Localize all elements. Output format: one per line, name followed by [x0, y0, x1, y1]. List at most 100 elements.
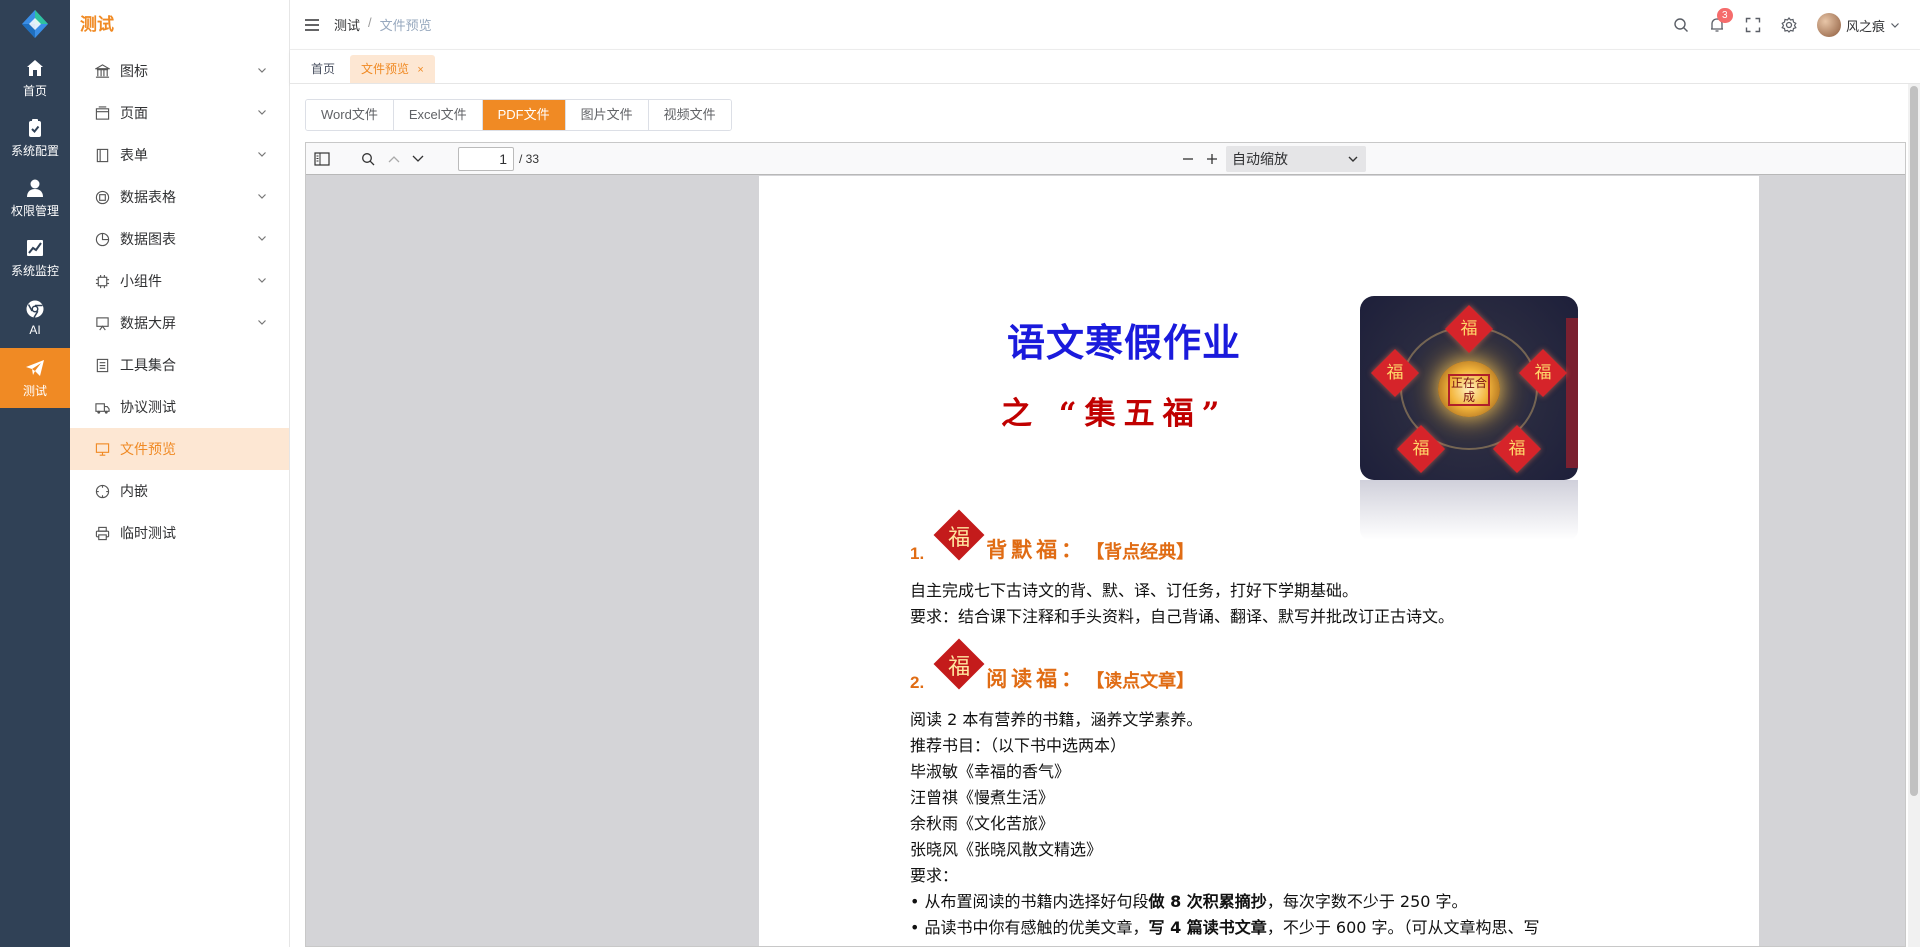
image-reflection	[1360, 480, 1578, 540]
chevron-down-icon	[412, 155, 424, 162]
body-line: 要求：结合课下注释和手头资料，自己背诵、翻译、默写并批改订正古诗文。	[910, 607, 1455, 626]
fu-glyph: 福	[1508, 439, 1526, 459]
chevron-down-icon	[258, 110, 266, 115]
rail-item-monitoring[interactable]: 系统监控	[0, 228, 70, 288]
tag-home[interactable]: 首页	[300, 55, 346, 83]
bullet-emphasis: 做 8 次积累摘抄	[1148, 892, 1267, 911]
easel-icon	[94, 315, 110, 331]
pdf-canvas-area[interactable]: 语文寒假作业 之 “集五福” 正在合成 福 福 福 福 福 1. 福 背默福： …	[306, 176, 1905, 946]
previous-page-button[interactable]	[384, 149, 404, 169]
zoom-select[interactable]: 自动缩放	[1226, 146, 1366, 172]
bullet-text: • 品读书中你有感触的优美文章，	[910, 918, 1149, 937]
close-icon[interactable]: ×	[417, 64, 423, 76]
sidebar-item-label: 数据图表	[120, 231, 176, 247]
tab-word[interactable]: Word文件	[306, 100, 394, 130]
tag-label: 首页	[311, 62, 336, 76]
fu-diamond: 福	[1370, 348, 1420, 398]
sidebar-item-protocol-test[interactable]: 协议测试	[70, 386, 289, 428]
sidebar-item-forms[interactable]: 表单	[70, 134, 289, 176]
sidebar-item-tools[interactable]: 工具集合	[70, 344, 289, 386]
page-number-input[interactable]: 1	[458, 147, 514, 171]
find-button[interactable]	[358, 149, 378, 169]
sidebar-item-label: 临时测试	[120, 525, 176, 541]
line-chart-icon	[27, 239, 43, 256]
sidebar-item-label: 工具集合	[120, 357, 176, 373]
vertical-scrollbar[interactable]	[1908, 84, 1920, 947]
fu-glyph: 福	[1534, 363, 1552, 383]
body-line: 推荐书目：（以下书中选两本）	[910, 736, 1127, 755]
logo-icon	[22, 10, 48, 38]
section-number: 2.	[910, 673, 925, 692]
tag-file-preview[interactable]: 文件预览 ×	[350, 55, 435, 83]
scrollbar-thumb[interactable]	[1910, 86, 1918, 796]
sidebar-item-data-table[interactable]: 数据表格	[70, 176, 289, 218]
fu-glyph: 福	[1412, 439, 1430, 459]
fu-diamond: 福	[1444, 304, 1494, 354]
tab-pdf[interactable]: PDF文件	[482, 100, 566, 130]
section-tag: 【背点经典】	[1086, 542, 1195, 563]
fullscreen-icon[interactable]	[1745, 17, 1761, 33]
chrome-icon	[26, 300, 44, 318]
zoom-out-button[interactable]	[1178, 149, 1198, 169]
avatar	[1816, 13, 1841, 37]
rail-item-ai[interactable]: AI	[0, 288, 70, 348]
page-total: / 33	[519, 152, 540, 166]
sidebar-item-data-screen[interactable]: 数据大屏	[70, 302, 289, 344]
tab-excel[interactable]: Excel文件	[393, 100, 483, 130]
list-icon	[94, 357, 110, 373]
body-line: 张晓风《张晓风散文精选》	[910, 840, 1103, 859]
bullet-text: ，不少于 600 字。（可从文章构思、写	[1266, 918, 1540, 937]
sidebar-item-label: 图标	[120, 63, 148, 79]
chevron-down-icon	[258, 152, 266, 157]
bullet-line: • 从布置阅读的书籍内选择好句段做 8 次积累摘抄，每次字数不少于 250 字。	[910, 892, 1468, 912]
section-tag: 【读点文章】	[1086, 671, 1195, 692]
fu-diamond: 福	[1492, 424, 1542, 474]
sidebar-item-label: 内嵌	[120, 483, 148, 499]
section-label: 背默福：	[986, 537, 1087, 562]
sidebar-item-widgets[interactable]: 小组件	[70, 260, 289, 302]
gear-icon[interactable]	[1781, 17, 1797, 33]
section-label: 阅读福：	[986, 666, 1087, 691]
minus-icon	[1183, 158, 1193, 160]
image-center-text: 正在合成	[1448, 374, 1490, 406]
notification-button[interactable]: 3	[1709, 8, 1733, 33]
rail-item-permissions[interactable]: 权限管理	[0, 168, 70, 228]
body-line: 汪曾祺《慢煮生活》	[910, 788, 1055, 807]
sidebar-toggle-button[interactable]	[312, 149, 332, 169]
user-menu[interactable]: 风之痕	[1816, 13, 1900, 37]
app-logo[interactable]	[0, 0, 70, 48]
next-page-button[interactable]	[408, 149, 428, 169]
sidebar-item-pages[interactable]: 页面	[70, 92, 289, 134]
fu-diamond: 福	[1518, 348, 1568, 398]
fu-mark-glyph: 福	[948, 526, 971, 551]
username: 风之痕	[1845, 18, 1885, 34]
window-icon	[94, 105, 110, 121]
sidebar-item-label: 文件预览	[120, 441, 176, 457]
sidebar-toggle-icon	[314, 152, 330, 166]
body-line: 余秋雨《文化苦旅》	[910, 814, 1055, 833]
compass-icon	[94, 483, 110, 499]
pdf-viewer: 1 / 33 自动缩放 语文寒假作业 之 “集五福” 正在合成 福 福 福 福 …	[305, 142, 1906, 947]
rail-item-label: 系统配置	[10, 143, 59, 158]
top-header: 测试 / 文件预览 3 风之痕	[290, 0, 1920, 50]
rail-item-system-config[interactable]: 系统配置	[0, 108, 70, 168]
rail-item-test[interactable]: 测试	[0, 348, 70, 408]
body-line: 要求：	[910, 866, 959, 885]
sidebar-item-temp-test[interactable]: 临时测试	[70, 512, 289, 554]
main-content: Word文件 Excel文件 PDF文件 图片文件 视频文件 1 / 33 自动…	[290, 84, 1920, 947]
sidebar-item-icons[interactable]: 图标	[70, 50, 289, 92]
sidebar-item-file-preview[interactable]: 文件预览	[70, 428, 289, 470]
breadcrumb: 测试 / 文件预览	[334, 15, 432, 34]
document-title: 语文寒假作业	[1007, 320, 1242, 365]
breadcrumb-item[interactable]: 测试	[334, 15, 360, 34]
sidebar-item-embed[interactable]: 内嵌	[70, 470, 289, 512]
fu-mark-glyph: 福	[948, 655, 971, 680]
search-icon[interactable]	[1673, 17, 1689, 33]
left-rail: 首页 系统配置 权限管理 系统监控 AI 测试	[0, 0, 70, 947]
sidebar-item-data-chart[interactable]: 数据图表	[70, 218, 289, 260]
tab-image[interactable]: 图片文件	[565, 100, 649, 130]
menu-toggle-icon[interactable]	[304, 17, 320, 33]
rail-item-home[interactable]: 首页	[0, 48, 70, 108]
zoom-in-button[interactable]	[1202, 149, 1222, 169]
tab-video[interactable]: 视频文件	[648, 100, 731, 130]
